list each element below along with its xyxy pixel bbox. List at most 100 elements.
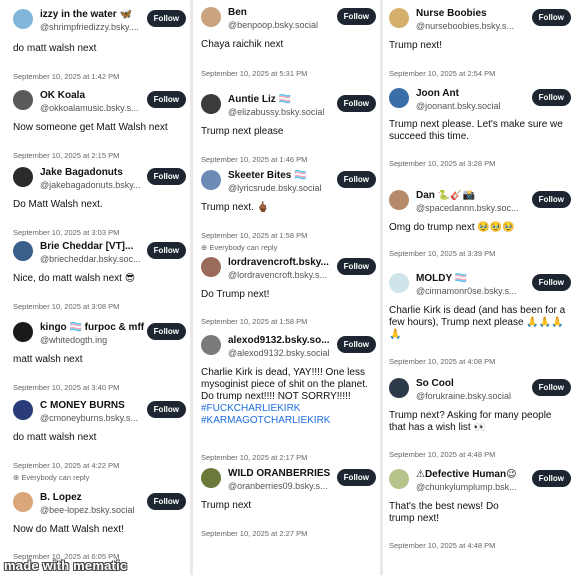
follow-button[interactable]: Follow bbox=[146, 493, 186, 510]
follow-button[interactable]: Follow bbox=[336, 8, 376, 25]
follow-button[interactable]: Follow bbox=[146, 91, 186, 108]
author-handle[interactable]: @bee-lopez.bsky.social bbox=[40, 505, 148, 516]
follow-button[interactable]: Follow bbox=[531, 9, 571, 26]
follow-button[interactable]: Follow bbox=[146, 401, 186, 418]
post-timestamp[interactable]: September 10, 2025 at 4:48 PM bbox=[389, 541, 495, 550]
hashtag-link[interactable]: #KARMAGOTCHARLIEKIRK bbox=[201, 415, 380, 427]
avatar[interactable] bbox=[13, 9, 33, 29]
avatar[interactable] bbox=[389, 273, 409, 293]
follow-button[interactable]: Follow bbox=[531, 89, 571, 106]
post-card[interactable]: Dan 🐍🎸📸 @spacedannn.bsky.soc... Follow O… bbox=[389, 190, 575, 258]
author-handle[interactable]: @jakebagadonuts.bsky... bbox=[40, 180, 148, 191]
avatar[interactable] bbox=[13, 322, 33, 342]
post-timestamp[interactable]: September 10, 2025 at 2:54 PM bbox=[389, 69, 495, 78]
follow-button[interactable]: Follow bbox=[146, 168, 186, 185]
author-name[interactable]: B. Lopez bbox=[40, 492, 150, 504]
hashtag-link[interactable]: #FUCKCHARLIEKIRK bbox=[201, 403, 380, 415]
post-timestamp[interactable]: September 10, 2025 at 3:28 PM bbox=[389, 159, 495, 168]
author-handle[interactable]: @lyricsrude.bsky.social bbox=[228, 183, 338, 194]
post-timestamp[interactable]: September 10, 2025 at 1:58 PM bbox=[201, 317, 307, 326]
post-timestamp[interactable]: September 10, 2025 at 2:27 PM bbox=[201, 529, 307, 538]
author-handle[interactable]: @elizabussy.bsky.social bbox=[228, 107, 338, 118]
author-name[interactable]: alexod9132.bsky.so... bbox=[228, 335, 340, 347]
author-name[interactable]: kingo 🏳️‍⚧️ furpoc & mff bbox=[40, 322, 150, 334]
post-timestamp[interactable]: September 10, 2025 at 3:08 PM bbox=[13, 302, 119, 311]
author-name[interactable]: C MONEY BURNS bbox=[40, 400, 150, 412]
follow-button[interactable]: Follow bbox=[336, 95, 376, 112]
post-card[interactable]: Auntie Liz 🏳️‍⚧️ @elizabussy.bsky.social… bbox=[201, 94, 380, 164]
post-card[interactable]: C MONEY BURNS @cmoneyburns.bsky.s... Fol… bbox=[13, 400, 190, 482]
post-timestamp[interactable]: September 10, 2025 at 4:22 PM bbox=[13, 461, 119, 470]
author-name[interactable]: Brie Cheddar [VT]... bbox=[40, 241, 150, 253]
avatar[interactable] bbox=[201, 468, 221, 488]
author-name[interactable]: WILD ORANBERRIES bbox=[228, 468, 340, 480]
avatar[interactable] bbox=[13, 167, 33, 187]
follow-button[interactable]: Follow bbox=[531, 379, 571, 396]
post-timestamp[interactable]: September 10, 2025 at 2:17 PM bbox=[201, 453, 307, 462]
author-handle[interactable]: @whitedogth.ing bbox=[40, 335, 148, 346]
follow-button[interactable]: Follow bbox=[531, 191, 571, 208]
author-name[interactable]: So Cool bbox=[416, 378, 535, 390]
post-timestamp[interactable]: September 10, 2025 at 2:15 PM bbox=[13, 151, 119, 160]
author-name[interactable]: MOLDY 🏳️‍⚧️ bbox=[416, 273, 535, 285]
author-name[interactable]: Ben bbox=[228, 7, 340, 19]
post-card[interactable]: Nurse Boobies @nurseboobies.bsky.s... Fo… bbox=[389, 8, 575, 78]
post-card[interactable]: Joon Ant @joonant.bsky.social Follow Tru… bbox=[389, 88, 575, 168]
author-handle[interactable]: @chunkylumplump.bsk... bbox=[416, 482, 533, 493]
avatar[interactable] bbox=[13, 492, 33, 512]
follow-button[interactable]: Follow bbox=[336, 469, 376, 486]
author-name[interactable]: Joon Ant bbox=[416, 88, 535, 100]
post-timestamp[interactable]: September 10, 2025 at 4:08 PM bbox=[389, 357, 495, 366]
post-card[interactable]: kingo 🏳️‍⚧️ furpoc & mff @whitedogth.ing… bbox=[13, 322, 190, 392]
post-card[interactable]: Brie Cheddar [VT]... @briecheddar.bsky.s… bbox=[13, 241, 190, 311]
post-timestamp[interactable]: September 10, 2025 at 3:39 PM bbox=[389, 249, 495, 258]
avatar[interactable] bbox=[389, 8, 409, 28]
author-handle[interactable]: @joonant.bsky.social bbox=[416, 101, 533, 112]
author-handle[interactable]: @forukraine.bsky.social bbox=[416, 391, 533, 402]
follow-button[interactable]: Follow bbox=[531, 274, 571, 291]
post-timestamp[interactable]: September 10, 2025 at 4:48 PM bbox=[389, 450, 495, 459]
avatar[interactable] bbox=[13, 241, 33, 261]
post-timestamp[interactable]: September 10, 2025 at 5:31 PM bbox=[201, 69, 307, 78]
avatar[interactable] bbox=[13, 90, 33, 110]
post-card[interactable]: ⚠Defective Human😉 @chunkylumplump.bsk...… bbox=[389, 469, 575, 550]
avatar[interactable] bbox=[389, 190, 409, 210]
avatar[interactable] bbox=[201, 257, 221, 277]
post-timestamp[interactable]: September 10, 2025 at 3:03 PM bbox=[13, 228, 119, 237]
post-card[interactable]: lordravencroft.bsky... @lordravencroft.b… bbox=[201, 257, 380, 326]
avatar[interactable] bbox=[389, 378, 409, 398]
post-card[interactable]: So Cool @forukraine.bsky.social Follow T… bbox=[389, 378, 575, 459]
post-card[interactable]: WILD ORANBERRIES @oranberries09.bsky.s..… bbox=[201, 468, 380, 538]
author-name[interactable]: ⚠Defective Human😉 bbox=[416, 469, 535, 481]
follow-button[interactable]: Follow bbox=[336, 258, 376, 275]
author-name[interactable]: Jake Bagadonuts bbox=[40, 167, 150, 179]
avatar[interactable] bbox=[201, 94, 221, 114]
avatar[interactable] bbox=[201, 7, 221, 27]
author-name[interactable]: Dan 🐍🎸📸 bbox=[416, 190, 535, 202]
follow-button[interactable]: Follow bbox=[336, 171, 376, 188]
author-handle[interactable]: @benpoop.bsky.social bbox=[228, 20, 338, 31]
avatar[interactable] bbox=[13, 400, 33, 420]
post-card[interactable]: Ben @benpoop.bsky.social Follow Chaya ra… bbox=[201, 7, 380, 78]
author-name[interactable]: Skeeter Bites 🏳️‍⚧️ bbox=[228, 170, 340, 182]
author-handle[interactable]: @cinnamonr0se.bsky.s... bbox=[416, 286, 533, 297]
post-timestamp[interactable]: September 10, 2025 at 1:46 PM bbox=[201, 155, 307, 164]
post-card[interactable]: Skeeter Bites 🏳️‍⚧️ @lyricsrude.bsky.soc… bbox=[201, 170, 380, 252]
post-timestamp[interactable]: September 10, 2025 at 1:42 PM bbox=[13, 72, 119, 81]
author-handle[interactable]: @shrimpfriedizzy.bsky.... bbox=[40, 22, 148, 33]
author-handle[interactable]: @briecheddar.bsky.soc... bbox=[40, 254, 148, 265]
author-handle[interactable]: @spacedannn.bsky.soc... bbox=[416, 203, 533, 214]
author-handle[interactable]: @nurseboobies.bsky.s... bbox=[416, 21, 533, 32]
author-name[interactable]: lordravencroft.bsky... bbox=[228, 257, 340, 269]
follow-button[interactable]: Follow bbox=[146, 323, 186, 340]
avatar[interactable] bbox=[389, 469, 409, 489]
post-timestamp[interactable]: September 10, 2025 at 3:40 PM bbox=[13, 383, 119, 392]
post-card[interactable]: B. Lopez @bee-lopez.bsky.social Follow N… bbox=[13, 492, 190, 561]
post-card[interactable]: alexod9132.bsky.so... @alexod9132.bsky.s… bbox=[201, 335, 380, 462]
author-name[interactable]: Nurse Boobies bbox=[416, 8, 535, 20]
avatar[interactable] bbox=[201, 335, 221, 355]
author-name[interactable]: izzy in the water 🦋 bbox=[40, 9, 150, 21]
post-card[interactable]: izzy in the water 🦋 @shrimpfriedizzy.bsk… bbox=[13, 9, 190, 81]
post-timestamp[interactable]: September 10, 2025 at 1:58 PM bbox=[201, 231, 307, 240]
follow-button[interactable]: Follow bbox=[146, 242, 186, 259]
